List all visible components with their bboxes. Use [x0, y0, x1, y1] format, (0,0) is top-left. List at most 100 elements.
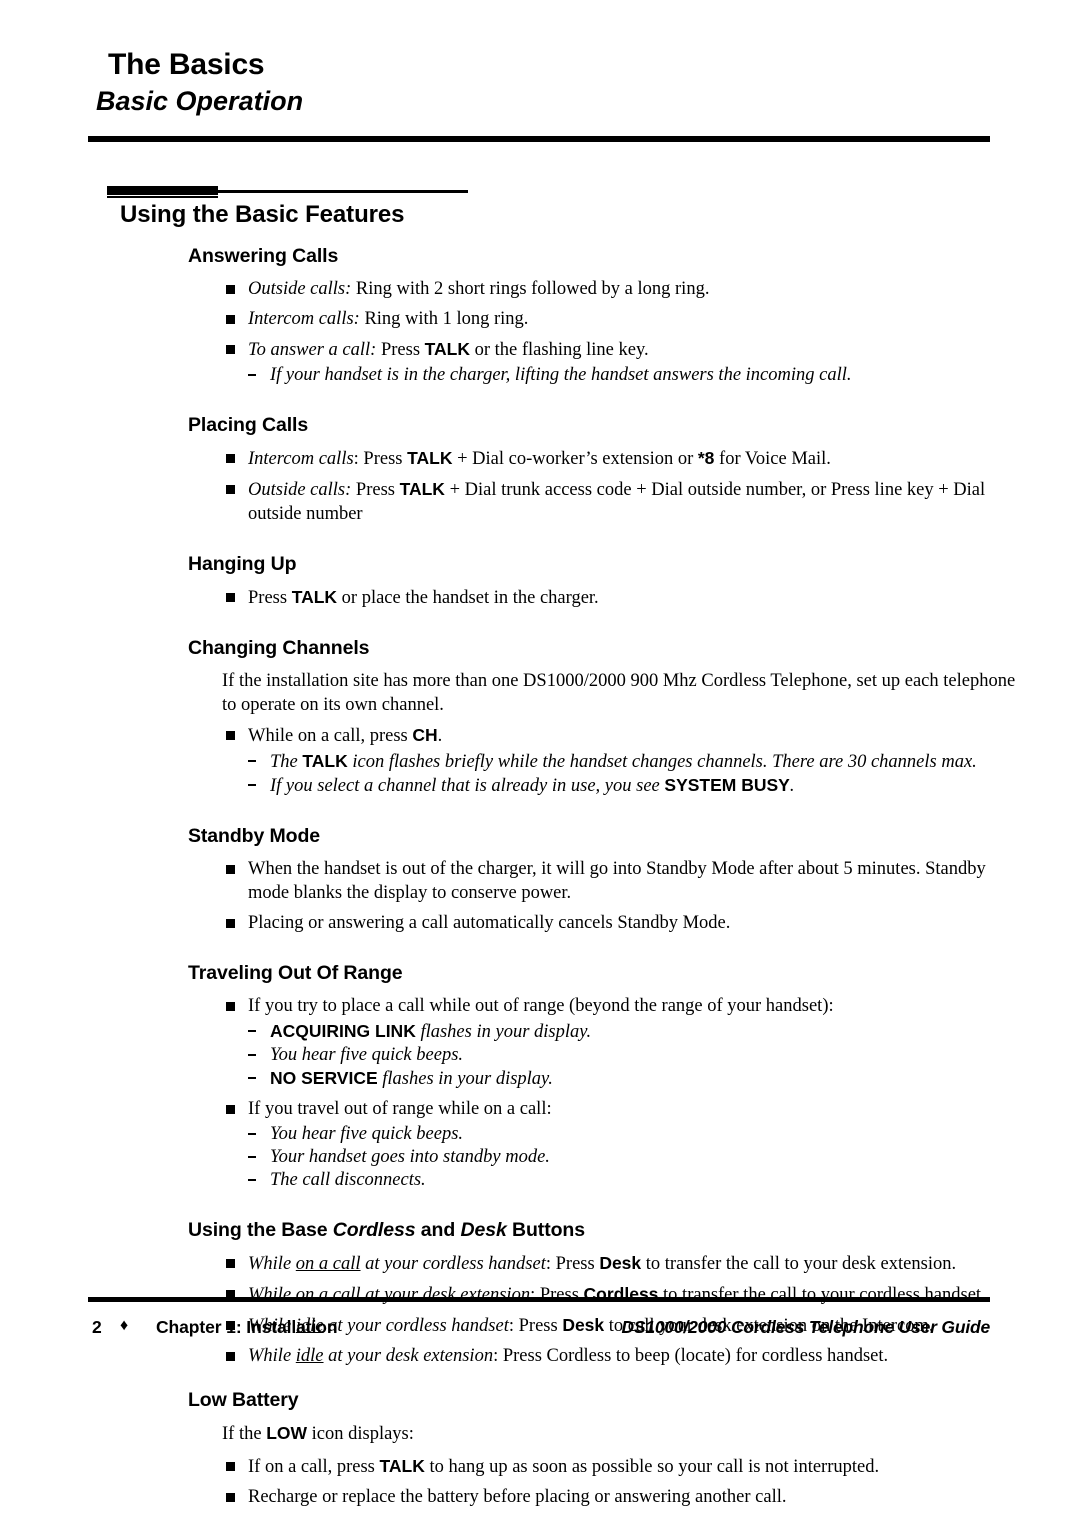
square-bullet-icon	[226, 1352, 235, 1361]
item-text: Press	[376, 340, 425, 360]
heading-emphasis-cordless: Cordless	[332, 1219, 416, 1241]
subitem-text: If your handset is in the charger, lifti…	[270, 365, 852, 385]
item-emphasis: Outside calls:	[248, 480, 352, 500]
heading-part: Buttons	[506, 1219, 585, 1241]
item-emphasis: at your desk extension	[323, 1346, 494, 1366]
dash-bullet-icon	[248, 1054, 256, 1056]
diamond-icon: ♦	[120, 1317, 129, 1334]
item-text: : Press Cordless to beep (locate) for co…	[493, 1346, 889, 1366]
deco-tail-line	[218, 190, 468, 193]
square-bullet-icon	[226, 315, 235, 324]
item-emphasis: To answer a call:	[248, 340, 377, 360]
item-emphasis: Intercom calls:	[248, 309, 360, 329]
list-item: Placing or answering a call automaticall…	[188, 911, 990, 935]
dash-bullet-icon	[248, 760, 256, 762]
list-hanging-up: Press TALK or place the handset in the c…	[188, 585, 990, 610]
list-item: Outside calls: Ring with 2 short rings f…	[188, 277, 990, 301]
heading-answering-calls: Answering Calls	[188, 245, 339, 267]
subitem-text: The	[270, 752, 303, 772]
item-text: .	[437, 726, 443, 746]
item-text: Press	[351, 480, 400, 500]
dash-bullet-icon	[248, 784, 256, 786]
key-label-desk: Desk	[599, 1253, 642, 1273]
heading-low-battery: Low Battery	[188, 1389, 299, 1411]
list-changing-channels: While on a call, press CH. The TALK icon…	[188, 723, 990, 798]
list-base-buttons: While on a call at your cordless handset…	[188, 1251, 990, 1368]
list-low-battery: If on a call, press TALK to hang up as s…	[188, 1454, 990, 1509]
item-text: Press	[248, 588, 292, 608]
paragraph-part: icon displays:	[307, 1424, 414, 1444]
list-placing-calls: Intercom calls: Press TALK + Dial co-wor…	[188, 446, 990, 526]
item-text: : Press	[353, 449, 408, 469]
square-bullet-icon	[226, 919, 235, 928]
sublist-item: If you select a channel that is already …	[248, 774, 990, 798]
item-text: Placing or answering a call automaticall…	[248, 913, 731, 933]
item-text: to hang up as soon as possible so your c…	[424, 1457, 880, 1477]
dash-bullet-icon	[248, 1156, 256, 1158]
list-item: If you try to place a call while out of …	[188, 994, 990, 1091]
key-label-star8: *8	[697, 448, 715, 468]
document-page: The Basics Basic Operation Using the Bas…	[0, 0, 1080, 1507]
subitem-text: flashes in your display.	[415, 1022, 592, 1042]
square-bullet-icon	[226, 285, 235, 294]
item-text: If you try to place a call while out of …	[248, 996, 834, 1016]
sublist-item: The TALK icon flashes briefly while the …	[248, 750, 990, 774]
sublist: ACQUIRING LINK flashes in your display. …	[248, 1020, 990, 1091]
page-footer: 2 ♦ Chapter 1: Installation DS1000/2000 …	[88, 1315, 990, 1345]
list-item: Intercom calls: Ring with 1 long ring.	[188, 307, 990, 331]
square-bullet-icon	[226, 1462, 235, 1471]
heading-part: Using the Base	[188, 1219, 333, 1241]
block-changing-channels: Changing Channels If the installation si…	[188, 636, 1015, 798]
square-bullet-icon	[226, 1493, 235, 1502]
sublist: If your handset is in the charger, lifti…	[248, 364, 990, 387]
heading-placing-calls: Placing Calls	[188, 414, 309, 436]
deco-thick-bar	[107, 186, 218, 195]
paragraph-low-battery: If the LOW icon displays:	[222, 1421, 1024, 1446]
sublist-item: ACQUIRING LINK flashes in your display.	[248, 1020, 990, 1044]
item-emphasis: While	[248, 1285, 296, 1305]
subitem-text: flashes in your display.	[377, 1069, 553, 1089]
item-emphasis: at your desk extension	[360, 1285, 531, 1305]
key-label-talk: TALK	[399, 479, 445, 499]
list-item: While idle at your desk extension: Press…	[188, 1344, 990, 1368]
key-label-talk: TALK	[407, 448, 453, 468]
list-traveling-out-of-range: If you try to place a call while out of …	[188, 994, 990, 1192]
section-title: Using the Basic Features	[120, 201, 405, 228]
item-text: If you travel out of range while on a ca…	[248, 1099, 552, 1119]
item-text: + Dial co-worker’s extension or	[452, 449, 698, 469]
item-text: or the flashing line key.	[470, 340, 649, 360]
block-traveling-out-of-range: Traveling Out Of Range If you try to pla…	[188, 961, 990, 1192]
item-text: Recharge or replace the battery before p…	[248, 1487, 787, 1507]
square-bullet-icon	[226, 731, 235, 740]
subitem-text: Your handset goes into standby mode.	[270, 1147, 550, 1167]
item-text: to transfer the call to your cordless ha…	[658, 1285, 986, 1305]
sublist: The TALK icon flashes briefly while the …	[248, 750, 990, 798]
dash-bullet-icon	[248, 374, 256, 376]
running-head-title: The Basics	[108, 48, 265, 81]
block-answering-calls: Answering Calls Outside calls: Ring with…	[188, 244, 990, 387]
dash-bullet-icon	[248, 1133, 256, 1135]
list-item: While on a call, press CH. The TALK icon…	[188, 723, 990, 798]
item-emphasis: at your cordless handset	[360, 1254, 546, 1274]
sublist: You hear five quick beeps. Your handset …	[248, 1123, 990, 1192]
key-label-talk: TALK	[424, 339, 470, 359]
heading-changing-channels: Changing Channels	[188, 637, 370, 659]
heading-hanging-up: Hanging Up	[188, 553, 297, 575]
square-bullet-icon	[226, 485, 235, 494]
item-text: for Voice Mail.	[714, 449, 831, 469]
sublist-item: The call disconnects.	[248, 1169, 990, 1192]
status-label-acquiring-link: ACQUIRING LINK	[270, 1021, 416, 1041]
status-label-no-service: NO SERVICE	[270, 1068, 378, 1088]
header-rule	[88, 136, 990, 142]
item-text: When the handset is out of the charger, …	[248, 859, 986, 903]
item-emphasis-underlined: on a call	[295, 1285, 361, 1305]
block-standby-mode: Standby Mode When the handset is out of …	[188, 824, 990, 935]
sublist-item: You hear five quick beeps.	[248, 1044, 990, 1067]
square-bullet-icon	[226, 1259, 235, 1268]
list-item: When the handset is out of the charger, …	[188, 857, 990, 905]
heading-emphasis-desk: Desk	[460, 1219, 507, 1241]
item-emphasis: While	[248, 1254, 296, 1274]
dash-bullet-icon	[248, 1179, 256, 1181]
block-hanging-up: Hanging Up Press TALK or place the hands…	[188, 552, 990, 610]
list-answering-calls: Outside calls: Ring with 2 short rings f…	[188, 277, 990, 387]
